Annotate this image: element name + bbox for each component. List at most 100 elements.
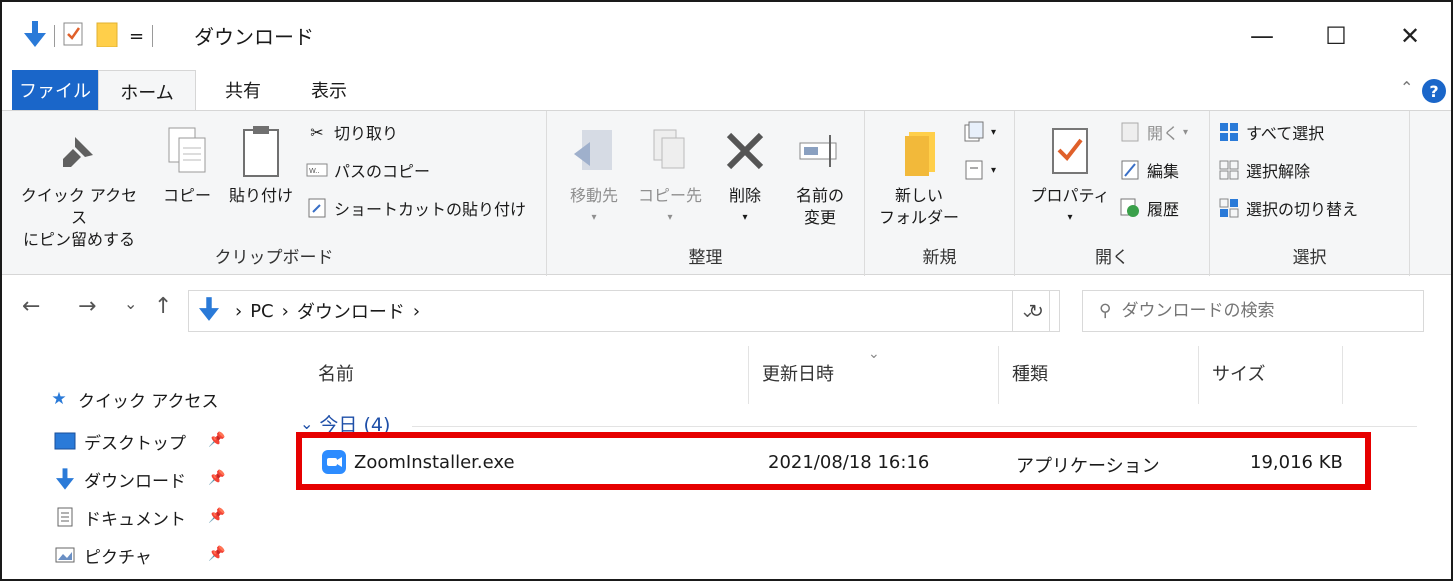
copy-icon — [163, 123, 211, 179]
title-bar: = ダウンロード — ☐ ✕ — [2, 2, 1451, 70]
file-name: ZoomInstaller.exe — [354, 452, 515, 473]
file-explorer-window: = ダウンロード — ☐ ✕ ファイル ホーム 共有 表示 ⌃ ? クイック ア… — [0, 0, 1453, 581]
address-bar[interactable]: › PC › ダウンロード › ⌄ — [188, 290, 1050, 332]
download-arrow-icon — [54, 468, 76, 490]
quick-access-toolbar: = — [24, 16, 161, 56]
column-header-modified[interactable]: 更新日時 — [762, 360, 834, 386]
edit-icon — [1119, 159, 1141, 181]
history-icon — [1119, 197, 1141, 219]
copy-button[interactable]: コピー — [152, 123, 222, 207]
nav-pictures[interactable]: ピクチャ — [54, 540, 274, 570]
file-modified: 2021/08/18 16:16 — [768, 452, 930, 473]
pin-to-quick-access-button[interactable]: クイック アクセス にピン留めする — [14, 123, 144, 251]
downloads-location-icon — [199, 296, 219, 326]
window-title: ダウンロード — [194, 25, 314, 49]
up-button[interactable]: ↑ — [154, 294, 172, 319]
shortcut-icon — [306, 197, 328, 219]
tab-view[interactable]: 表示 — [294, 70, 364, 110]
nav-quick-access[interactable]: ★ クイック アクセス — [48, 384, 268, 414]
chevron-down-icon: ⌄ — [300, 414, 314, 433]
close-button[interactable]: ✕ — [1382, 12, 1438, 60]
history-button[interactable]: 履歴 — [1119, 193, 1179, 223]
qa-dropdown-icon[interactable]: = — [129, 26, 144, 47]
nav-documents[interactable]: ドキュメント — [54, 502, 274, 532]
tab-file[interactable]: ファイル — [12, 70, 98, 110]
new-folder-quick-icon[interactable] — [95, 21, 119, 52]
open-icon — [1119, 121, 1141, 143]
back-button[interactable]: ← — [22, 294, 40, 319]
column-header-type[interactable]: 種類 — [1012, 360, 1048, 386]
search-input[interactable] — [1121, 301, 1402, 321]
path-icon: W.. — [306, 159, 328, 181]
star-icon: ★ — [51, 389, 67, 409]
select-none-button[interactable]: 選択解除 — [1218, 155, 1310, 185]
pin-icon — [55, 123, 103, 179]
file-type: アプリケーション — [1016, 456, 1160, 477]
ribbon: クイック アクセス にピン留めする コピー 貼り付け ✂ 切り取り W.. パス… — [2, 110, 1451, 276]
navigation-pane: ★ クイック アクセス デスクトップ 📌 ダウンロード 📌 ドキュメント 📌 ピ… — [2, 346, 284, 579]
tab-share[interactable]: 共有 — [208, 70, 278, 110]
nav-downloads[interactable]: ダウンロード — [54, 464, 274, 494]
organize-group: 移動先 ▾ コピー先 ▾ 削除 ▾ 名前の 変更 整理 — [547, 111, 865, 276]
navigation-bar: ← → ⌄ ↑ › PC › ダウンロード › ⌄ ↻ ⚲ — [2, 276, 1451, 346]
organize-group-label: 整理 — [688, 248, 723, 268]
refresh-button[interactable]: ↻ — [1012, 290, 1060, 332]
breadcrumb-separator: › — [281, 300, 289, 322]
properties-icon — [1046, 123, 1094, 179]
copy-to-button[interactable]: コピー先 ▾ — [633, 123, 707, 229]
pin-icon: 📌 — [208, 470, 226, 486]
cut-button[interactable]: ✂ 切り取り — [306, 117, 398, 147]
forward-button[interactable]: → — [78, 294, 96, 319]
breadcrumb-pc[interactable]: PC — [250, 301, 273, 322]
document-icon — [54, 507, 76, 527]
delete-button[interactable]: 削除 ▾ — [713, 123, 777, 229]
maximize-button[interactable]: ☐ — [1308, 12, 1364, 60]
collapse-ribbon-icon[interactable]: ⌃ — [1400, 78, 1413, 97]
new-item-button[interactable]: ▾ — [963, 117, 996, 147]
copy-path-button[interactable]: W.. パスのコピー — [306, 155, 430, 185]
copy-to-icon — [646, 123, 694, 179]
paste-button[interactable]: 貼り付け — [226, 123, 296, 207]
select-all-button[interactable]: すべて選択 — [1218, 117, 1324, 147]
open-group: プロパティ ▾ 開く ▾ 編集 履歴 開く — [1015, 111, 1210, 276]
move-to-button[interactable]: 移動先 ▾ — [557, 123, 631, 229]
breadcrumb-downloads[interactable]: ダウンロード — [297, 298, 405, 324]
paste-shortcut-button[interactable]: ショートカットの貼り付け — [306, 193, 526, 223]
open-group-label: 開く — [1095, 248, 1129, 268]
minimize-button[interactable]: — — [1234, 12, 1290, 60]
select-group-label: 選択 — [1292, 248, 1327, 268]
pin-icon: 📌 — [208, 546, 226, 562]
invert-selection-button[interactable]: 選択の切り替え — [1218, 193, 1358, 223]
file-row[interactable]: ZoomInstaller.exe 2021/08/18 16:16 アプリケー… — [296, 432, 1371, 490]
delete-x-icon — [721, 123, 769, 179]
recent-locations-button[interactable]: ⌄ — [124, 294, 137, 313]
search-box[interactable]: ⚲ — [1082, 290, 1424, 332]
rename-icon — [796, 123, 844, 179]
paste-icon — [237, 123, 285, 179]
select-none-icon — [1218, 159, 1240, 181]
move-to-icon — [570, 123, 618, 179]
column-header-name[interactable]: 名前 — [318, 360, 354, 386]
scissors-icon: ✂ — [310, 122, 324, 142]
tab-home[interactable]: ホーム — [98, 70, 196, 112]
rename-button[interactable]: 名前の 変更 — [783, 123, 857, 229]
zoom-app-icon — [322, 450, 346, 479]
easy-access-icon — [963, 159, 985, 181]
ribbon-tabs: ファイル ホーム 共有 表示 ⌃ ? — [2, 70, 1451, 112]
help-icon[interactable]: ? — [1422, 79, 1446, 103]
open-button[interactable]: 開く ▾ — [1119, 117, 1188, 147]
download-arrow-icon — [24, 20, 46, 52]
nav-desktop[interactable]: デスクトップ — [54, 426, 274, 456]
new-folder-icon — [895, 123, 943, 179]
new-item-icon — [963, 121, 985, 143]
properties-button[interactable]: プロパティ ▾ — [1023, 123, 1117, 229]
column-header-size[interactable]: サイズ — [1212, 360, 1265, 386]
new-folder-button[interactable]: 新しい フォルダー — [877, 123, 961, 229]
pictures-icon — [54, 545, 76, 565]
properties-quick-icon[interactable] — [63, 22, 85, 51]
new-group-label: 新規 — [922, 248, 957, 268]
desktop-icon — [54, 431, 76, 451]
breadcrumb-separator: › — [412, 300, 421, 322]
edit-button[interactable]: 編集 — [1119, 155, 1179, 185]
easy-access-button[interactable]: ▾ — [963, 155, 996, 185]
